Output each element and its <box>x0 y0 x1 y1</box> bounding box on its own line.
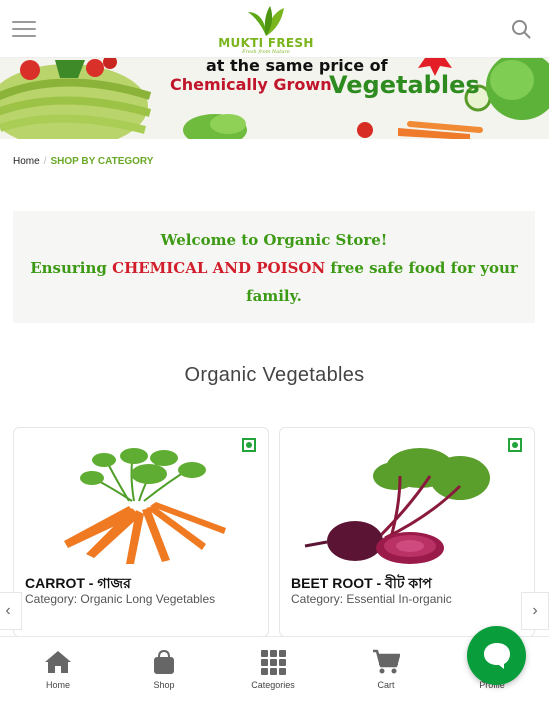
chat-bubble-icon <box>484 643 510 669</box>
nav-home[interactable]: Home <box>3 637 113 702</box>
welcome-highlight: CHEMICAL AND POISON <box>112 259 326 277</box>
hamburger-menu-icon[interactable] <box>12 21 36 39</box>
welcome-title: Welcome to Organic Store! <box>160 231 388 249</box>
breadcrumb-separator: / <box>43 156 47 167</box>
breadcrumb-current: SHOP BY CATEGORY <box>50 156 154 167</box>
banner-subhead-green: Vegetables <box>329 71 480 99</box>
carousel-prev-button[interactable]: ‹ <box>0 592 22 630</box>
top-header: MUKTI FRESH Fresh from Nature <box>0 0 549 58</box>
nav-shop[interactable]: Shop <box>109 637 219 702</box>
banner-subhead-red: Chemically Grown <box>170 75 332 94</box>
beetroot-image <box>304 448 490 564</box>
nav-shop-label: Shop <box>153 680 175 690</box>
bottom-navigation: Home Shop Categories Cart Profile <box>0 636 549 702</box>
grid-icon <box>261 650 286 675</box>
search-icon[interactable] <box>511 19 531 39</box>
nav-cart-label: Cart <box>377 680 395 690</box>
logo-text: MUKTI FRESH <box>218 36 314 50</box>
product-card-carrot[interactable]: CARROT - গাজর Category: Organic Long Veg… <box>13 427 269 637</box>
bag-icon <box>154 649 174 674</box>
chat-button[interactable] <box>467 626 526 685</box>
cart-icon <box>373 649 400 674</box>
section-title: Organic Vegetables <box>184 364 365 386</box>
logo-tagline: Fresh from Nature <box>242 49 290 55</box>
welcome-text-after: free safe food for your <box>325 259 518 277</box>
home-icon <box>45 651 71 673</box>
product-category: Category: Essential In-organic <box>291 592 452 606</box>
nav-home-label: Home <box>45 680 70 690</box>
welcome-text-before: Ensuring <box>30 259 113 277</box>
breadcrumb-home-link[interactable]: Home <box>13 156 40 167</box>
welcome-message-end: family. <box>246 287 302 305</box>
brand-logo[interactable]: MUKTI FRESH Fresh from Nature <box>218 4 314 56</box>
promo-banner[interactable]: at the same price of Chemically Grown Ve… <box>0 58 549 139</box>
nav-categories[interactable]: Categories <box>218 637 328 702</box>
carrot-image <box>64 448 226 564</box>
nav-categories-label: Categories <box>251 680 295 690</box>
product-card-beetroot[interactable]: BEET ROOT - বীট কাপ Category: Essential … <box>279 427 535 637</box>
carousel-next-button[interactable]: › <box>521 592 549 630</box>
nav-cart[interactable]: Cart <box>331 637 441 702</box>
product-category: Category: Organic Long Vegetables <box>25 592 216 606</box>
leaf-logo-icon <box>248 6 284 36</box>
breadcrumb: Home / SHOP BY CATEGORY <box>13 156 153 167</box>
welcome-banner: Welcome to Organic Store! Ensuring CHEMI… <box>13 211 535 323</box>
welcome-message-line: Ensuring CHEMICAL AND POISON free safe f… <box>13 259 535 277</box>
